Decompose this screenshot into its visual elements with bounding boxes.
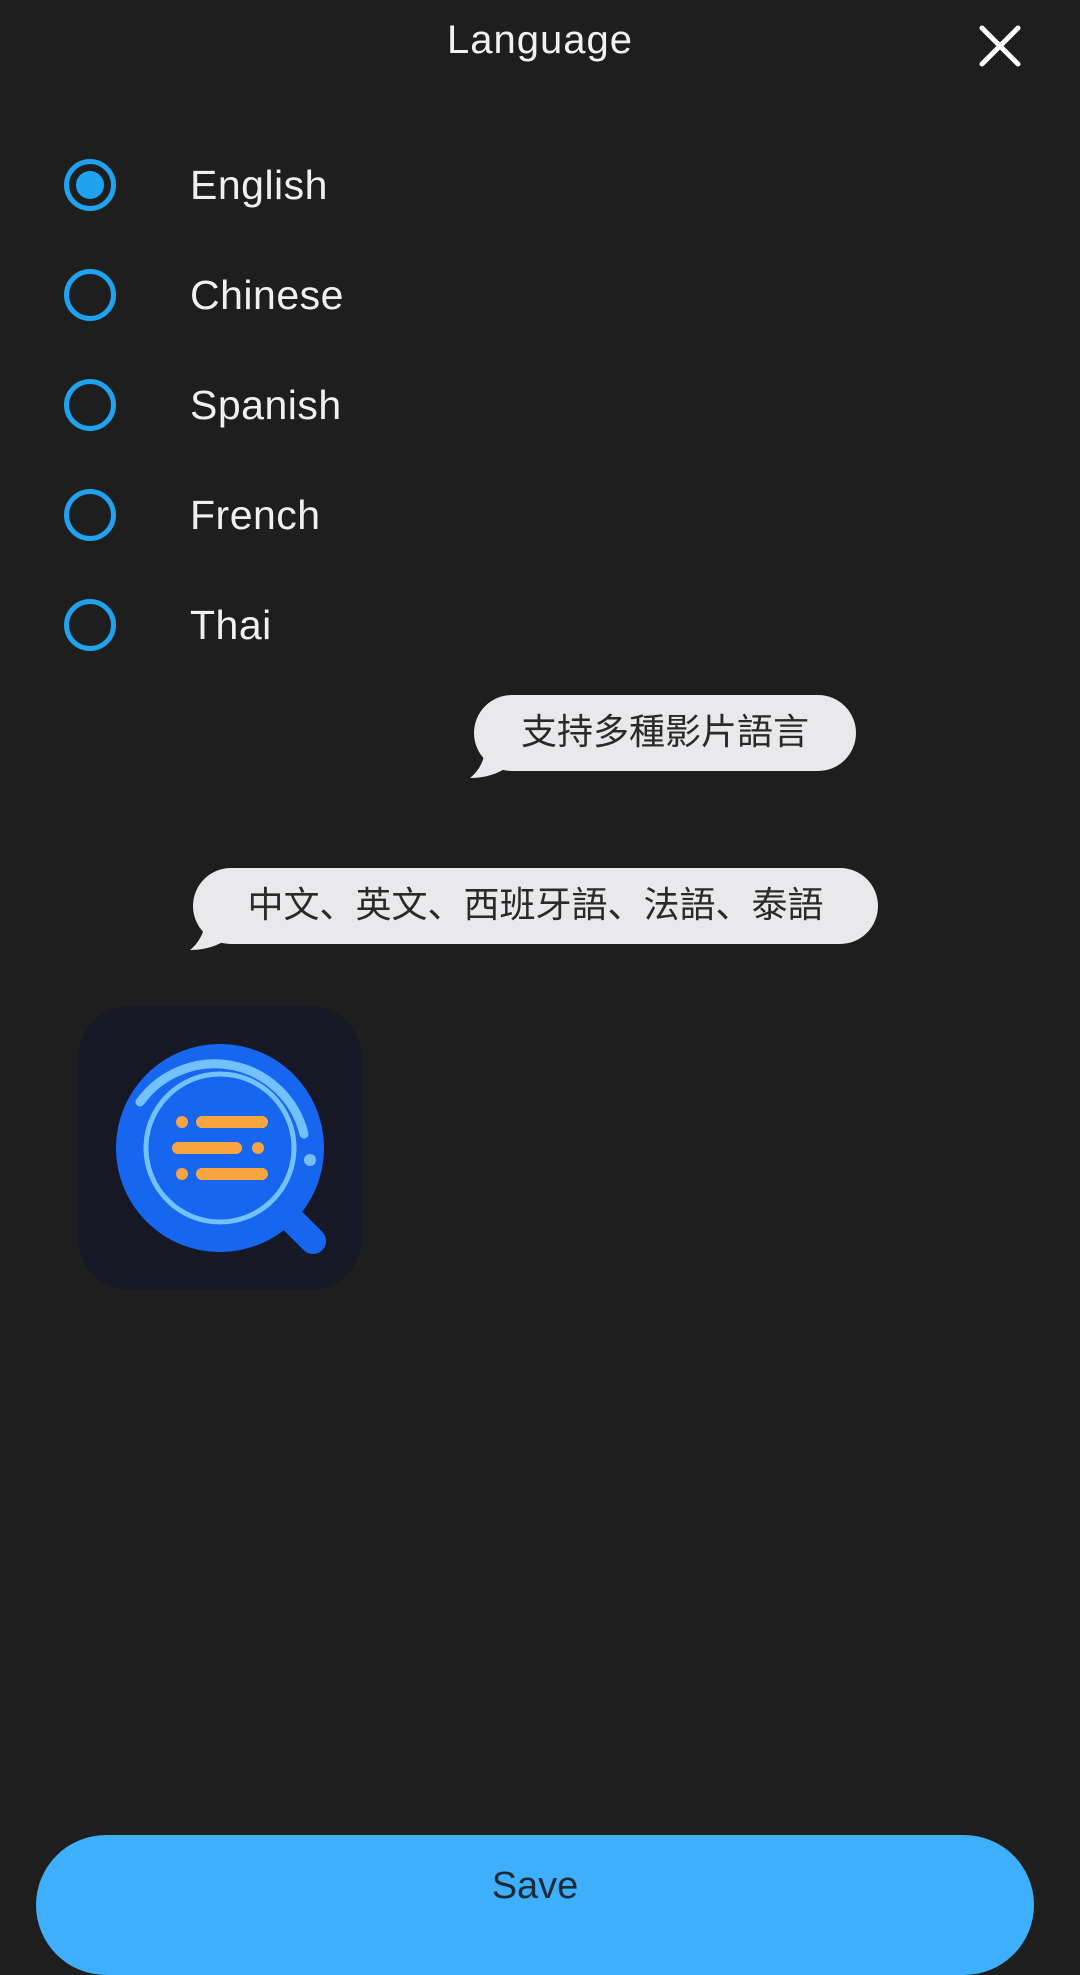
language-option-label: French (190, 492, 321, 538)
language-option-french[interactable]: French (0, 460, 1080, 570)
radio-button[interactable] (64, 599, 116, 651)
language-option-english[interactable]: English (0, 130, 1080, 240)
app-logo (78, 1006, 362, 1290)
magnifier-list-icon (116, 1044, 326, 1254)
save-button[interactable]: Save (36, 1835, 1034, 1975)
page-title: Language (447, 18, 633, 62)
radio-button[interactable] (64, 379, 116, 431)
radio-button[interactable] (64, 269, 116, 321)
header-bar: Language (0, 0, 1080, 90)
language-option-thai[interactable]: Thai (0, 570, 1080, 680)
language-option-label: Thai (190, 602, 272, 648)
language-option-label: Chinese (190, 272, 344, 318)
radio-button-selected[interactable] (64, 159, 116, 211)
language-option-chinese[interactable]: Chinese (0, 240, 1080, 350)
speech-bubble: 支持多種影片語言 (474, 695, 856, 771)
close-icon (979, 25, 1021, 67)
language-option-spanish[interactable]: Spanish (0, 350, 1080, 460)
close-button[interactable] (976, 22, 1024, 70)
language-option-label: Spanish (190, 382, 342, 428)
speech-bubble: 中文、英文、西班牙語、法語、泰語 (193, 868, 878, 944)
radio-button[interactable] (64, 489, 116, 541)
language-option-label: English (190, 162, 328, 208)
save-button-label: Save (491, 1865, 579, 1907)
